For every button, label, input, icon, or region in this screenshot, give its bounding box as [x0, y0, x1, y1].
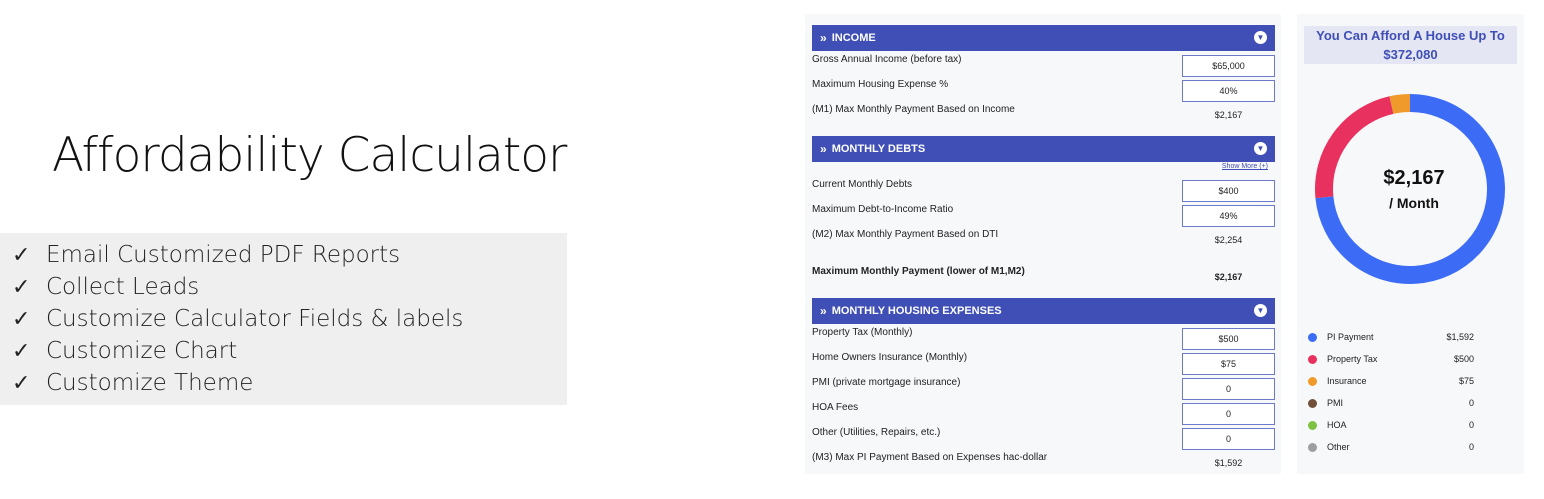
page-title: Affordability Calculator: [52, 128, 567, 183]
housing-expense-label: Maximum Housing Expense %: [812, 79, 949, 90]
feature-label: Collect Leads: [46, 274, 200, 300]
feature-item: ✓ Customize Theme: [12, 367, 253, 399]
afford-title: You Can Afford A House Up To: [1316, 28, 1505, 43]
legend-label: Insurance: [1327, 376, 1367, 386]
feature-item: ✓ Collect Leads: [12, 271, 199, 303]
section-title: MONTHLY HOUSING EXPENSES: [831, 305, 1002, 317]
chevron-down-icon[interactable]: ▼: [1254, 304, 1267, 317]
feature-label: Email Customized PDF Reports: [46, 242, 401, 268]
legend-value: 0: [1468, 420, 1474, 430]
legend-swatch: [1308, 420, 1317, 430]
m1-label: (M1) Max Monthly Payment Based on Income: [812, 104, 1015, 115]
other-input[interactable]: 0: [1182, 428, 1275, 450]
legend-swatch: [1308, 354, 1317, 364]
feature-label: Customize Theme: [46, 370, 254, 396]
check-icon: ✓: [12, 242, 31, 268]
legend-label: Other: [1327, 442, 1350, 452]
legend-value: $75: [1458, 376, 1474, 386]
feature-item: ✓ Customize Chart: [12, 335, 237, 367]
gross-income-input[interactable]: $65,000: [1182, 55, 1275, 77]
legend-value: $1,592: [1446, 332, 1474, 342]
double-chevron-right-icon: »: [820, 304, 827, 318]
debts-section-header[interactable]: » MONTHLY DEBTS ▼: [812, 136, 1275, 162]
check-icon: ✓: [12, 370, 31, 396]
monthly-payment-amount: $2,167: [1383, 167, 1445, 189]
legend-label: PI Payment: [1327, 332, 1374, 342]
check-icon: ✓: [12, 338, 31, 364]
feature-label: Customize Chart: [46, 338, 238, 364]
donut-slice-insurance[interactable]: [1389, 94, 1411, 114]
legend-swatch: [1308, 442, 1317, 452]
max-payment-value: $2,167: [1214, 272, 1243, 282]
m3-label: (M3) Max PI Payment Based on Expenses ha…: [812, 452, 1048, 463]
other-label: Other (Utilities, Repairs, etc.): [812, 427, 941, 438]
m2-value: $2,254: [1214, 235, 1243, 245]
property-tax-label: Property Tax (Monthly): [812, 327, 913, 338]
legend-label: HOA: [1327, 420, 1347, 430]
double-chevron-right-icon: »: [820, 142, 827, 156]
legend-item[interactable]: Other 0: [1308, 440, 1498, 454]
feature-list: ✓ Email Customized PDF Reports ✓ Collect L…: [0, 233, 567, 405]
pmi-label: PMI (private mortgage insurance): [812, 377, 961, 388]
monthly-payment-unit: / Month: [1389, 195, 1439, 211]
section-title: MONTHLY DEBTS: [831, 143, 926, 155]
hoa-label: HOA Fees: [812, 402, 859, 413]
income-section-header[interactable]: » INCOME ▼: [812, 25, 1275, 51]
show-more-link[interactable]: Show More (+): [1222, 163, 1268, 170]
legend-label: Property Tax: [1327, 354, 1378, 364]
current-debts-label: Current Monthly Debts: [812, 179, 913, 190]
max-payment-label: Maximum Monthly Payment (lower of M1,M2): [812, 266, 1025, 277]
current-debts-input[interactable]: $400: [1182, 180, 1275, 202]
afford-banner: You Can Afford A House Up To $372,080: [1304, 26, 1517, 64]
m3-value: $1,592: [1214, 458, 1243, 468]
legend-value: $500: [1453, 354, 1474, 364]
insurance-input[interactable]: $75: [1182, 353, 1275, 375]
feature-item: ✓ Email Customized PDF Reports: [12, 239, 400, 271]
housing-expense-input[interactable]: 40%: [1182, 80, 1275, 102]
legend-item[interactable]: HOA 0: [1308, 418, 1498, 432]
feature-label: Customize Calculator Fields & labels: [46, 306, 464, 332]
dti-label: Maximum Debt-to-Income Ratio: [812, 204, 954, 215]
legend-item[interactable]: Insurance $75: [1308, 374, 1498, 388]
legend-item[interactable]: PMI 0: [1308, 396, 1498, 410]
m1-value: $2,167: [1214, 110, 1243, 120]
insurance-label: Home Owners Insurance (Monthly): [812, 352, 968, 363]
m2-label: (M2) Max Monthly Payment Based on DTI: [812, 229, 999, 240]
legend-value: 0: [1468, 442, 1474, 452]
pmi-input[interactable]: 0: [1182, 378, 1275, 400]
chevron-down-icon[interactable]: ▼: [1254, 31, 1267, 44]
legend-swatch: [1308, 332, 1317, 342]
legend-value: 0: [1468, 398, 1474, 408]
housing-section-header[interactable]: » MONTHLY HOUSING EXPENSES ▼: [812, 298, 1275, 324]
gross-income-label: Gross Annual Income (before tax): [812, 54, 962, 65]
section-title: INCOME: [831, 32, 876, 44]
feature-item: ✓ Customize Calculator Fields & labels: [12, 303, 463, 335]
property-tax-input[interactable]: $500: [1182, 328, 1275, 350]
double-chevron-right-icon: »: [820, 31, 827, 45]
hoa-input[interactable]: 0: [1182, 403, 1275, 425]
legend-swatch: [1308, 376, 1317, 386]
legend-label: PMI: [1327, 398, 1344, 408]
chevron-down-icon[interactable]: ▼: [1254, 142, 1267, 155]
legend-item[interactable]: PI Payment $1,592: [1308, 330, 1498, 344]
legend-item[interactable]: Property Tax $500: [1308, 352, 1498, 366]
check-icon: ✓: [12, 306, 31, 332]
dti-input[interactable]: 49%: [1182, 205, 1275, 227]
legend-swatch: [1308, 398, 1317, 408]
afford-amount: $372,080: [1383, 47, 1438, 62]
check-icon: ✓: [12, 274, 31, 300]
